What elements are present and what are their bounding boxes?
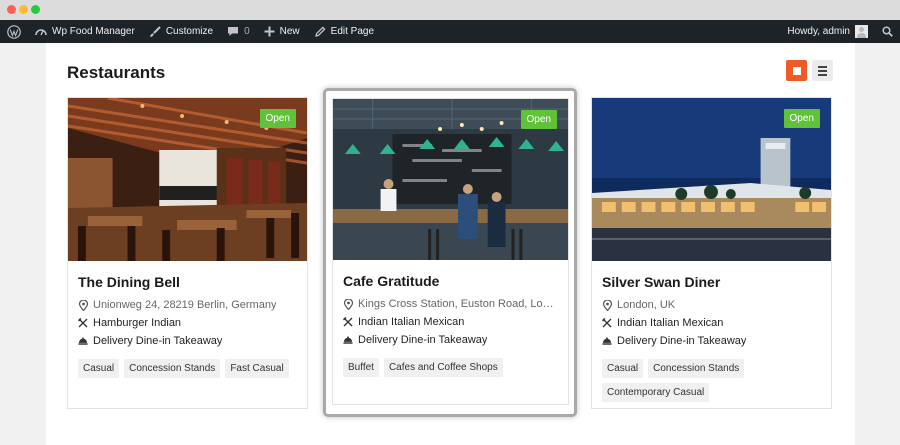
pencil-icon: [314, 25, 326, 38]
address-text: Kings Cross Station, Euston Road, London…: [358, 298, 558, 310]
restaurant-name[interactable]: Cafe Gratitude: [343, 273, 558, 289]
comments-link[interactable]: 0: [220, 20, 257, 43]
tag-list: Buffet Cafes and Coffee Shops: [343, 358, 558, 377]
category-tag[interactable]: Concession Stands: [124, 359, 221, 378]
restaurant-image[interactable]: Open: [592, 98, 831, 261]
edit-page-link[interactable]: Edit Page: [307, 20, 381, 43]
address-row: London, UK: [602, 296, 821, 314]
map-pin-icon: [78, 299, 88, 311]
open-status-badge: Open: [259, 109, 296, 128]
plus-icon: [264, 26, 275, 37]
utensils-icon: [78, 318, 88, 329]
food-service-icon: [343, 335, 353, 346]
cuisine-row: Indian Italian Mexican: [343, 313, 558, 331]
restaurant-card[interactable]: Open The Dining Bell Unionweg 24, 28219 …: [67, 97, 308, 409]
address-text: London, UK: [617, 299, 676, 311]
browser-titlebar: [0, 0, 900, 20]
cuisine-text: Hamburger Indian: [93, 317, 182, 329]
page-content: Restaurants Open The Dining Bell Unionwe…: [46, 43, 855, 445]
close-window-dot[interactable]: [7, 5, 16, 14]
page-title: Restaurants: [67, 63, 166, 82]
list-view-button[interactable]: [812, 60, 833, 81]
new-label: New: [279, 26, 300, 37]
open-status-badge: Open: [783, 109, 820, 128]
restaurant-card[interactable]: Open Silver Swan Diner London, UK Indian…: [591, 97, 832, 409]
new-content-menu[interactable]: New: [257, 20, 307, 43]
restaurant-name[interactable]: The Dining Bell: [78, 274, 297, 290]
grid-view-icon: [792, 66, 801, 75]
cuisine-row: Indian Italian Mexican: [602, 314, 821, 332]
list-view-icon: [818, 65, 827, 68]
my-account-menu[interactable]: Howdy, admin: [780, 20, 875, 43]
avatar: [855, 25, 868, 38]
category-tag[interactable]: Casual: [78, 359, 120, 378]
grid-view-button[interactable]: [786, 60, 807, 81]
search-icon: [882, 26, 893, 37]
map-pin-icon: [602, 299, 612, 311]
tag-list: Casual Concession Stands Contemporary Ca…: [602, 359, 821, 402]
restaurant-image[interactable]: Open: [333, 99, 568, 260]
map-pin-icon: [343, 298, 353, 310]
services-text: Delivery Dine-in Takeaway: [93, 335, 223, 347]
services-row: Delivery Dine-in Takeaway: [78, 332, 297, 350]
services-row: Delivery Dine-in Takeaway: [602, 332, 821, 350]
category-tag[interactable]: Buffet: [343, 358, 379, 377]
comments-count: 0: [244, 26, 250, 37]
food-service-icon: [78, 336, 88, 347]
comment-bubble-icon: [227, 26, 239, 37]
category-tag[interactable]: Concession Stands: [648, 359, 745, 378]
wordpress-icon: [7, 24, 21, 39]
site-name-menu[interactable]: Wp Food Manager: [28, 20, 142, 43]
howdy-label: Howdy, admin: [787, 26, 850, 37]
customize-link[interactable]: Customize: [142, 20, 220, 43]
open-status-badge: Open: [520, 110, 557, 129]
utensils-icon: [602, 318, 612, 329]
cuisine-text: Indian Italian Mexican: [358, 316, 465, 328]
category-tag[interactable]: Casual: [602, 359, 644, 378]
search-button[interactable]: [875, 20, 900, 43]
restaurant-card[interactable]: Open Cafe Gratitude Kings Cross Station,…: [332, 98, 569, 405]
utensils-icon: [343, 317, 353, 328]
maximize-window-dot[interactable]: [31, 5, 40, 14]
address-text: Unionweg 24, 28219 Berlin, Germany: [93, 299, 277, 311]
services-text: Delivery Dine-in Takeaway: [617, 335, 747, 347]
tag-list: Casual Concession Stands Fast Casual: [78, 359, 297, 378]
category-tag[interactable]: Contemporary Casual: [602, 383, 710, 402]
restaurant-name[interactable]: Silver Swan Diner: [602, 274, 821, 290]
wordpress-logo-menu[interactable]: [0, 20, 28, 43]
address-row: Kings Cross Station, Euston Road, London…: [343, 295, 558, 313]
site-name-label: Wp Food Manager: [52, 26, 135, 37]
dashboard-icon: [35, 26, 47, 37]
services-text: Delivery Dine-in Takeaway: [358, 334, 488, 346]
restaurant-image[interactable]: Open: [68, 98, 307, 261]
paintbrush-icon: [149, 25, 161, 38]
category-tag[interactable]: Fast Casual: [225, 359, 289, 378]
services-row: Delivery Dine-in Takeaway: [343, 331, 558, 349]
address-row: Unionweg 24, 28219 Berlin, Germany: [78, 296, 297, 314]
cuisine-text: Indian Italian Mexican: [617, 317, 724, 329]
category-tag[interactable]: Cafes and Coffee Shops: [383, 358, 503, 377]
customize-label: Customize: [165, 26, 214, 37]
edit-page-label: Edit Page: [330, 26, 375, 37]
minimize-window-dot[interactable]: [19, 5, 28, 14]
food-service-icon: [602, 336, 612, 347]
cuisine-row: Hamburger Indian: [78, 314, 297, 332]
wp-admin-bar: Wp Food Manager Customize 0 New Edit Pag…: [0, 20, 900, 43]
